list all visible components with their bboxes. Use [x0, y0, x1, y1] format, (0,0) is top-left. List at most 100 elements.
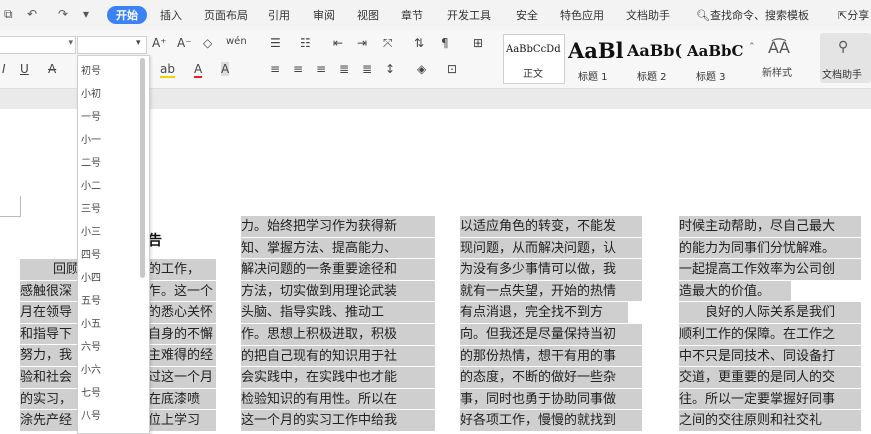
font-size-option[interactable]: 小四 [81, 269, 101, 284]
style-heading-1-sample: AaBl [568, 38, 624, 63]
text-line: 作。思想上积极进取，积极 [241, 323, 435, 345]
text-line: 的那份热情，想干有用的事 [460, 345, 642, 367]
align-center-icon[interactable]: ≡ [293, 62, 303, 76]
text-line: 一起提高工作效率为公司创 [679, 259, 861, 280]
tab-page-layout[interactable]: 页面布局 [204, 7, 248, 23]
text-line: 乍。这一个 [148, 280, 216, 302]
text-line: 这一个月的实习工作中给我 [241, 410, 435, 431]
text-line: 的把自己现有的知识用于社 [241, 345, 435, 367]
font-size-dropdown: 初号 小初 一号 小一 二号 小二 三号 小三 四号 小四 五号 小五 六号 小… [77, 55, 150, 434]
text-line: 造最大的价值。 [679, 280, 791, 302]
font-size-option[interactable]: 四号 [81, 246, 101, 261]
text-line: 会实践中，在实践中也才能 [241, 367, 435, 388]
increase-indent-icon[interactable]: ⇥ [357, 36, 367, 50]
style-normal[interactable]: AaBbCcDd 正文 [503, 34, 565, 84]
sort-icon[interactable]: ⇅ [414, 36, 424, 50]
font-size-option[interactable]: 二号 [81, 154, 101, 169]
text-direction-icon[interactable]: ⤧ [383, 36, 393, 51]
text-line: 良好的人际关系是我们 [679, 302, 861, 323]
table-borders-icon[interactable]: ⊞ [473, 36, 483, 50]
show-marks-icon[interactable]: ¶ [441, 36, 449, 50]
text-line: 事，同时也勇于协助同事做 [460, 388, 642, 410]
text-line: 验和社会 [20, 366, 78, 388]
tab-special-apps[interactable]: 特色应用 [560, 7, 604, 23]
font-size-option[interactable]: 小初 [81, 85, 101, 100]
style-heading-1[interactable]: AaBl 标题 1 [565, 34, 627, 84]
justify-icon[interactable]: ≣ [339, 62, 349, 76]
borders-icon[interactable]: ⊡ [447, 62, 457, 76]
font-shrink-icon[interactable]: A⁻ [177, 36, 192, 50]
text-line: 好各项工作，慢慢的就找到 [460, 410, 642, 431]
tab-insert[interactable]: 插入 [160, 7, 182, 23]
align-right-icon[interactable]: ≡ [316, 62, 326, 76]
phonetic-guide-icon[interactable]: wén [226, 36, 247, 47]
style-heading-3[interactable]: AaBbC 标题 3 [686, 34, 750, 84]
font-size-option[interactable]: 小五 [81, 315, 101, 330]
text-line: 在底漆喷 [148, 388, 216, 410]
tab-view[interactable]: 视图 [357, 7, 379, 23]
char-shading-button[interactable]: A [221, 62, 230, 76]
share-icon: ⇱ [838, 9, 848, 22]
column-4: 时候主动帮助，尽自己最大 的能力为同事们分忧解难。 一起提高工作效率为公司创 造… [679, 216, 861, 432]
tab-security[interactable]: 安全 [516, 7, 538, 23]
text-line: 有点消退，完全找不到方 [460, 302, 628, 323]
strikethrough-button[interactable]: A [48, 62, 56, 76]
customize-quick-access-icon[interactable]: ▾ [83, 7, 89, 21]
style-heading-2[interactable]: AaBb( 标题 2 [626, 34, 688, 84]
font-size-option[interactable]: 小六 [81, 361, 101, 376]
print-preview-icon[interactable]: ⧉ [4, 7, 13, 22]
font-name-combo[interactable]: ▾ [0, 36, 76, 54]
bullets-icon[interactable]: ☰ [270, 36, 281, 50]
style-heading-3-sample: AaBbC [687, 42, 744, 60]
shading-icon[interactable]: ◈ [417, 62, 426, 76]
distributed-icon[interactable]: ≣ [362, 62, 372, 76]
text-line: 回顾 [20, 259, 78, 280]
styles-scroll-icon[interactable]: ⌃ [748, 42, 756, 52]
italic-button[interactable]: I [2, 62, 6, 76]
font-size-option[interactable]: 五号 [81, 292, 101, 307]
search-command-label: 查找命令、搜索模板 [709, 9, 809, 22]
text-line: 的悉心关怀 [148, 302, 216, 323]
menu-bar: ⧉ ↶ ↷ ▾ 开始 插入 页面布局 引用 审阅 视图 章节 开发工具 安全 特… [0, 0, 871, 30]
text-line: 的工作， [148, 259, 216, 280]
numbering-icon[interactable]: ☷ [300, 36, 311, 50]
font-size-option[interactable]: 小一 [81, 131, 101, 146]
decrease-indent-icon[interactable]: ⇤ [333, 36, 343, 50]
tab-developer[interactable]: 开发工具 [447, 7, 491, 23]
tab-home[interactable]: 开始 [107, 6, 147, 24]
tab-review[interactable]: 审阅 [313, 7, 335, 23]
clear-format-icon[interactable]: ◇ [203, 36, 212, 50]
font-size-option[interactable]: 七号 [81, 384, 101, 399]
line-spacing-icon[interactable]: ↕ [385, 62, 395, 76]
text-line: 知、掌握方法、提高能力、 [241, 237, 435, 259]
font-size-option[interactable]: 小三 [81, 223, 101, 238]
redo-icon[interactable]: ↷ [58, 7, 68, 21]
new-style-label[interactable]: 新样式 [762, 64, 792, 79]
search-command-box[interactable]: 🔍︎查找命令、搜索模板 [696, 7, 809, 23]
font-size-option[interactable]: 小二 [81, 177, 101, 192]
text-line: 时候主动帮助，尽自己最大 [679, 216, 861, 237]
tab-chapter[interactable]: 章节 [401, 7, 423, 23]
share-button[interactable]: ⇱分享 [838, 7, 869, 23]
align-left-icon[interactable]: ≡ [270, 62, 280, 76]
font-size-option[interactable]: 八号 [81, 407, 101, 422]
font-size-option[interactable]: 初号 [81, 62, 101, 77]
doc-assistant-button[interactable]: ⚲ 文档助手 [820, 33, 871, 83]
undo-icon[interactable]: ↶ [27, 7, 37, 21]
font-grow-icon[interactable]: A⁺ [152, 36, 167, 50]
highlight-button[interactable]: ab [160, 62, 175, 78]
tab-doc-assistant[interactable]: 文档助手 [626, 7, 670, 23]
dropdown-scrollbar[interactable] [140, 58, 145, 278]
doc-assistant-icon: ⚲ [838, 39, 849, 55]
underline-button[interactable]: U [20, 62, 29, 76]
font-size-option[interactable]: 三号 [81, 200, 101, 215]
font-name-chevron-icon[interactable]: ▾ [68, 38, 73, 48]
new-style-icon[interactable]: A͡A [768, 38, 790, 57]
text-line: 为没有多少事情可以做，我 [460, 259, 642, 280]
font-size-option[interactable]: 一号 [81, 108, 101, 123]
text-line: 解决问题的一条重要途径和 [241, 259, 435, 280]
font-color-button[interactable]: A [194, 62, 203, 78]
font-size-option[interactable]: 六号 [81, 338, 101, 353]
font-size-chevron-icon[interactable]: ▾ [136, 38, 141, 48]
tab-references[interactable]: 引用 [268, 7, 290, 23]
